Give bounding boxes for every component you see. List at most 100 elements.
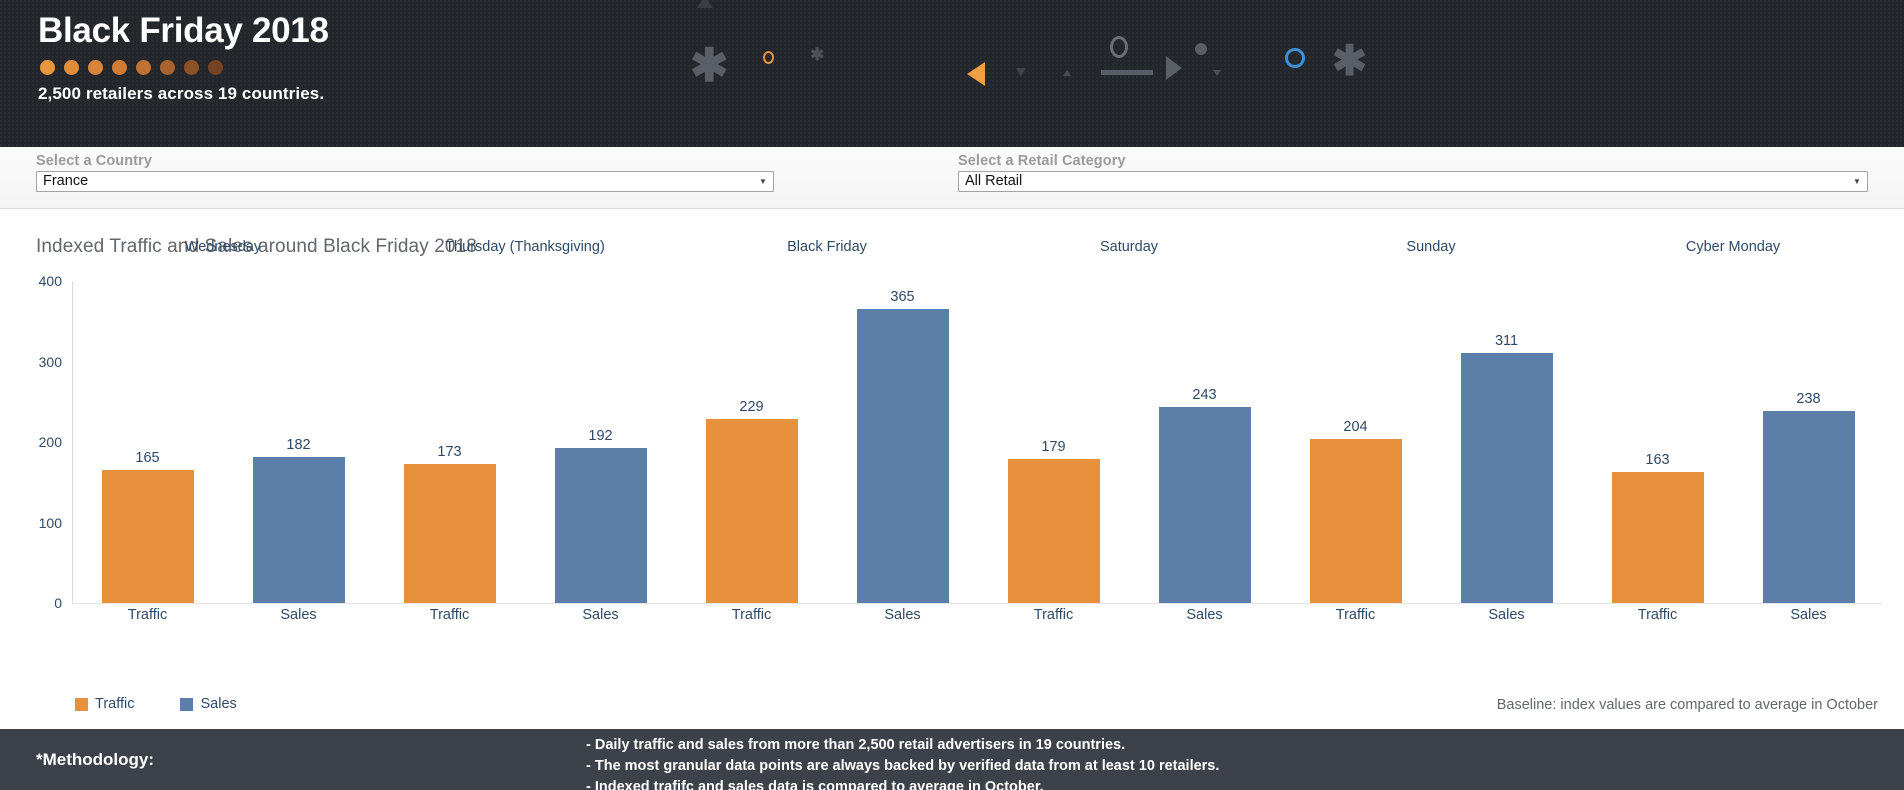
bar-column[interactable]: 179 Traffic (1007, 281, 1100, 623)
category-select-value: All Retail (965, 173, 1023, 189)
category-select[interactable]: All Retail ▼ (958, 171, 1868, 192)
bar-column[interactable]: 238 Sales (1762, 281, 1855, 623)
filter-bar: Select a Country France ▼ Select a Retai… (0, 147, 1904, 209)
bar-traffic[interactable] (403, 463, 496, 603)
bar-column[interactable]: 173 Traffic (403, 281, 496, 623)
bar-traffic[interactable] (705, 418, 798, 603)
bar-axis-label: Sales (582, 607, 619, 623)
dot-6 (184, 60, 199, 75)
bar-axis-label: Sales (1790, 607, 1827, 623)
triangle-down-tiny-decoration-icon (1213, 70, 1221, 76)
dot-progression-decoration (40, 60, 329, 75)
bar-column[interactable]: 243 Sales (1158, 281, 1251, 623)
bar-column[interactable]: 182 Sales (252, 281, 345, 623)
bar-value-label: 243 (1192, 387, 1217, 404)
baseline-annotation: Baseline: index values are compared to a… (1496, 697, 1878, 713)
chevron-down-icon: ▼ (759, 177, 767, 186)
bar-value-label: 179 (1041, 438, 1066, 455)
bar-value-label: 182 (286, 436, 311, 453)
bar-axis-label: Sales (1186, 607, 1223, 623)
country-select[interactable]: France ▼ (36, 171, 774, 192)
dot-0 (40, 60, 55, 75)
bar-group-bars: 229 Traffic 365 Sales (676, 281, 978, 623)
y-tick-200: 200 (38, 434, 62, 450)
bar-axis-label: Traffic (1033, 607, 1074, 623)
bar-column[interactable]: 163 Traffic (1611, 281, 1704, 623)
bar-value-label: 365 (890, 289, 915, 306)
methodology-footer: *Methodology: - Daily traffic and sales … (0, 729, 1904, 790)
bar-group-bars: 204 Traffic 311 Sales (1280, 281, 1582, 623)
bar-sales[interactable] (554, 448, 647, 603)
bar-group-title: Cyber Monday (1685, 239, 1781, 255)
bar-sales[interactable] (1460, 352, 1553, 603)
y-tick-100: 100 (38, 514, 62, 531)
legend-label-sales: Sales (200, 696, 237, 712)
bar-sales[interactable] (1158, 407, 1251, 603)
legend-label-traffic: Traffic (95, 696, 135, 712)
bar-group: Black Friday 229 Traffic 365 Sales (676, 235, 978, 655)
dot-4 (136, 60, 151, 75)
bar-column[interactable]: 165 Traffic (101, 281, 194, 623)
bar-group-bars: 163 Traffic 238 Sales (1582, 281, 1884, 623)
y-tick-400: 400 (38, 273, 62, 289)
triangle-down-small-decoration-icon (1016, 68, 1026, 76)
category-filter-group: Select a Retail Category All Retail ▼ (958, 153, 1868, 192)
bar-traffic[interactable] (1611, 471, 1704, 603)
bar-value-label: 173 (437, 443, 462, 460)
category-filter-label: Select a Retail Category (958, 153, 1126, 169)
circle-outline-blue-decoration-icon (1285, 48, 1305, 68)
legend-item-traffic: Traffic (75, 696, 134, 712)
methodology-lines: - Daily traffic and sales from more than… (586, 735, 1219, 790)
legend-swatch-traffic (75, 697, 88, 711)
bar-group-title: Wednesday (184, 239, 262, 255)
bar-value-label: 204 (1343, 418, 1368, 435)
bar-sales[interactable] (252, 456, 345, 603)
bar-group-title: Saturday (1099, 239, 1159, 255)
bar-column[interactable]: 311 Sales (1460, 281, 1553, 623)
bar-group-bars: 179 Traffic 243 Sales (978, 281, 1280, 623)
bar-group-bars: 173 Traffic 192 Sales (374, 281, 676, 623)
chevron-down-icon: ▼ (1853, 177, 1861, 186)
bar-group: Thursday (Thanksgiving) 173 Traffic 192 Sale… (374, 235, 676, 655)
bar-traffic[interactable] (1007, 458, 1100, 603)
bar-axis-label: Sales (884, 607, 921, 623)
bar-group-bars: 165 Traffic 182 Sales (72, 281, 374, 623)
chart-plot-area: 400 300 200 100 0 Wednesday 165 Traffic 182… (0, 239, 1904, 713)
chart-legend: Traffic Sales (75, 696, 237, 712)
methodology-line-3: - Indexed trafifc and sales data is comp… (586, 779, 1044, 790)
bar-axis-label: Traffic (1637, 607, 1678, 623)
country-filter-group: Select a Country France ▼ (36, 153, 774, 192)
page-header: ✱ ✱ ✱ Black Friday 2018 2,500 retailers … (0, 0, 1904, 147)
bar-value-label: 163 (1645, 451, 1670, 468)
dot-1 (64, 60, 79, 75)
bar-column[interactable]: 192 Sales (554, 281, 647, 623)
bar-column[interactable]: 229 Traffic (705, 281, 798, 623)
country-select-value: France (43, 173, 89, 189)
bar-column[interactable]: 204 Traffic (1309, 281, 1402, 623)
bar-groups: Wednesday 165 Traffic 182 Sales Thursday (Tha… (72, 235, 1884, 655)
bar-sales[interactable] (1762, 411, 1855, 603)
bar-value-label: 165 (135, 450, 160, 467)
bar-column[interactable]: 365 Sales (856, 281, 949, 623)
y-tick-0: 0 (54, 595, 62, 611)
legend-swatch-sales (180, 697, 194, 711)
dot-3 (112, 60, 127, 75)
bar-sales[interactable] (856, 309, 949, 603)
bar-value-label: 229 (739, 398, 764, 415)
triangle-left-orange-decoration-icon (967, 62, 985, 86)
bar-value-label: 311 (1494, 332, 1519, 349)
bar-traffic[interactable] (101, 470, 194, 603)
methodology-label: *Methodology: (36, 749, 155, 769)
bar-axis-label: Traffic (731, 607, 772, 623)
bar-group: Wednesday 165 Traffic 182 Sales (72, 235, 374, 655)
bar-group-title: Thursday (Thanksgiving) (445, 239, 605, 255)
triangle-up-tiny-decoration-icon (1063, 70, 1071, 76)
page-subtitle: 2,500 retailers across 19 countries. (38, 84, 325, 103)
bar-traffic[interactable] (1309, 438, 1402, 603)
bar-axis-label: Traffic (1335, 607, 1376, 623)
asterisk-right-decoration-icon: ✱ (1332, 37, 1368, 84)
methodology-line-1: - Daily traffic and sales from more than… (586, 737, 1126, 753)
y-tick-300: 300 (38, 353, 62, 370)
dot-5 (160, 60, 175, 75)
small-asterisk-decoration-icon: ✱ (810, 45, 825, 64)
